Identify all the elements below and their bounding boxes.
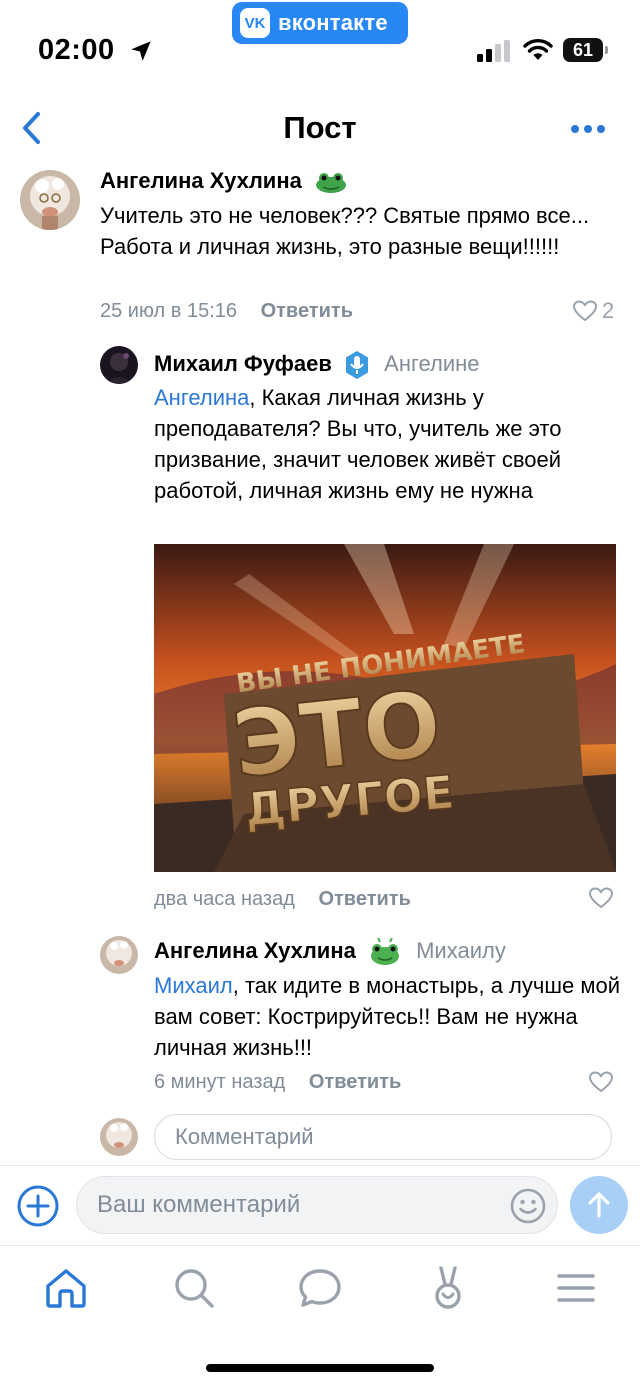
- avatar[interactable]: [20, 170, 80, 230]
- nav-bar: Пост: [0, 96, 640, 160]
- status-bar: 02:00 VK вконтакте 61: [0, 0, 640, 96]
- vk-app-badge-label: вконтакте: [278, 10, 388, 35]
- comment-time: 25 июл в 15:16: [100, 300, 237, 322]
- heart-icon: [572, 300, 598, 322]
- comment-text: Учитель это не человек??? Святые прямо в…: [100, 203, 590, 259]
- comment-time: 6 минут назад: [154, 1071, 286, 1093]
- home-icon[interactable]: [42, 1264, 90, 1312]
- comment-meta: два часа назад Ответить: [154, 888, 411, 911]
- more-options-icon[interactable]: [568, 114, 608, 144]
- microphone-badge-icon: [346, 351, 369, 379]
- comment-author[interactable]: Михаил Фуфаев Ангелине: [154, 350, 480, 380]
- frog-badge-icon: [315, 173, 346, 194]
- battery-icon: 61: [563, 38, 609, 62]
- reply-button[interactable]: Ответить: [309, 1071, 401, 1093]
- page-title: Пост: [283, 110, 357, 145]
- comment-text: Ангелина, Какая личная жизнь у преподава…: [154, 385, 562, 503]
- mention-link[interactable]: Ангелина: [154, 385, 249, 410]
- reply-to-label: Ангелине: [384, 350, 480, 376]
- comments-thread: Ангелина Хухлина Учитель это не человек?…: [0, 160, 640, 1165]
- cellular-signal-icon: [477, 40, 510, 62]
- vk-app-badge[interactable]: VK вконтакте: [232, 2, 408, 44]
- comment-meta: 25 июл в 15:16 Ответить: [100, 300, 353, 323]
- messages-icon[interactable]: [296, 1264, 344, 1312]
- composer-placeholder: Ваш комментарий: [97, 1191, 301, 1218]
- send-button[interactable]: [570, 1176, 628, 1234]
- comment-text: Михаил, так идите в монастырь, а лучше м…: [154, 973, 621, 1060]
- clips-icon[interactable]: [424, 1264, 472, 1312]
- reply-button[interactable]: Ответить: [261, 300, 353, 322]
- comment-meta: 6 минут назад Ответить: [154, 1071, 401, 1094]
- alien-frog-badge-icon: [370, 938, 399, 966]
- vk-logo-icon: VK: [240, 8, 270, 38]
- reply-to-label: Михаилу: [416, 938, 506, 963]
- mention-link[interactable]: Михаил: [154, 973, 233, 998]
- comment-composer: Ваш комментарий: [0, 1165, 640, 1245]
- reply-button[interactable]: Ответить: [318, 888, 410, 910]
- status-time: 02:00: [38, 34, 115, 66]
- comment-author[interactable]: Ангелина Хухлина: [100, 168, 348, 194]
- comment-composer-input[interactable]: Ваш комментарий: [76, 1176, 558, 1234]
- meme-image[interactable]: ВЫ НЕ ПОНИМАЕТЕ ЭТО ДРУГОЕ: [154, 544, 616, 872]
- like-button[interactable]: [588, 1070, 614, 1094]
- comment-input[interactable]: Комментарий: [154, 1114, 612, 1160]
- comment-time: два часа назад: [154, 888, 295, 910]
- comment-author[interactable]: Ангелина Хухлина Михаилу: [154, 938, 506, 966]
- avatar[interactable]: [100, 346, 138, 384]
- location-arrow-icon: [131, 41, 151, 61]
- my-avatar: [100, 1118, 138, 1156]
- like-button[interactable]: 2: [572, 298, 614, 324]
- search-icon[interactable]: [170, 1264, 218, 1312]
- arrow-up-icon: [588, 1192, 610, 1218]
- add-attachment-icon[interactable]: [16, 1184, 60, 1228]
- like-count: 2: [602, 298, 615, 323]
- avatar[interactable]: [100, 936, 138, 974]
- home-indicator[interactable]: [206, 1364, 434, 1372]
- heart-icon: [588, 1071, 614, 1093]
- tab-bar: [0, 1245, 640, 1386]
- emoji-smile-icon[interactable]: [509, 1187, 547, 1225]
- heart-icon: [588, 887, 614, 909]
- like-button[interactable]: [588, 886, 614, 910]
- battery-level: 61: [563, 38, 603, 62]
- wifi-icon: [523, 39, 553, 60]
- reply-input-row: Комментарий: [0, 1112, 640, 1162]
- menu-icon[interactable]: [552, 1264, 600, 1312]
